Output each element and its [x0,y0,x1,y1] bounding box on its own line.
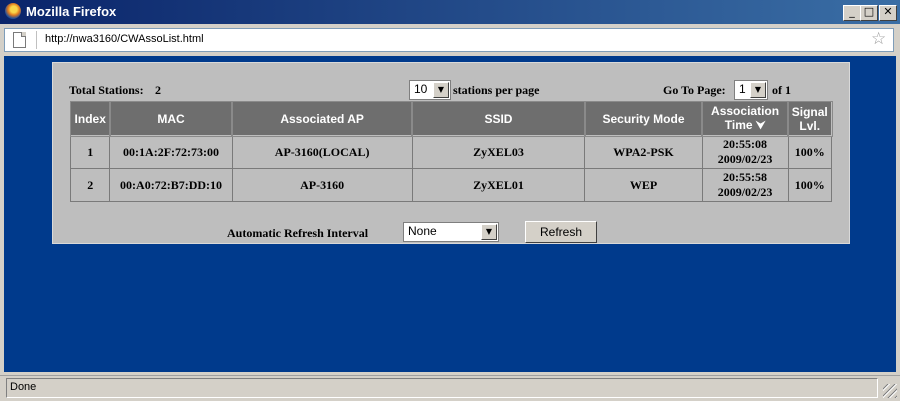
status-text: Done [10,381,37,393]
refresh-interval-value: None [408,224,437,238]
date-value: 2009/02/23 [717,152,773,166]
time-value: 20:55:58 [723,170,768,184]
cell-mac: 00:1A:2F:72:73:00 [109,135,233,169]
sort-down-icon[interactable]: ⮟ [756,119,765,132]
page-select[interactable]: 1 ▼ [734,80,768,100]
cell-associated-ap: AP-3160 [231,168,413,202]
maximize-button[interactable]: □ [860,5,878,21]
cell-mac: 00:A0:72:B7:DD:10 [109,168,233,202]
refresh-button[interactable]: Refresh [525,221,597,243]
status-panel [6,378,878,398]
table-header-row: Index MAC Associated AP SSID Security Mo… [69,100,833,137]
cell-security-mode: WPA2-PSK [584,135,703,169]
col-mac: MAC [108,100,234,137]
col-association-time[interactable]: Association Time ⮟ [701,100,789,137]
table-row: 1 00:1A:2F:72:73:00 AP-3160(LOCAL) ZyXEL… [69,135,832,169]
chevron-down-icon[interactable]: ▼ [433,82,449,98]
cell-association-time: 20:55:08 2009/02/23 [701,135,789,169]
col-ssid: SSID [411,100,586,137]
chevron-down-icon[interactable]: ▼ [750,82,766,98]
chevron-down-icon[interactable]: ▼ [481,224,497,240]
cell-index: 2 [69,168,111,202]
table-row: 2 00:A0:72:B7:DD:10 AP-3160 ZyXEL01 WEP … [69,168,832,202]
total-stations-label: Total Stations: [69,83,144,97]
url-text[interactable]: http://nwa3160/CWAssoList.html [45,33,204,45]
minimize-button[interactable]: _ [843,5,861,21]
cell-signal: 100% [787,168,832,202]
col-associated-ap: Associated AP [231,100,414,137]
window-title: Mozilla Firefox [26,4,117,19]
date-value: 2009/02/23 [717,185,773,199]
page-value: 1 [739,82,746,96]
refresh-interval-label: Automatic Refresh Interval [227,226,369,240]
page-count-label: of 1 [772,83,791,97]
cell-security-mode: WEP [584,168,703,202]
col-security-mode: Security Mode [583,100,704,137]
page-content: Total Stations: 2 10 ▼ stations per page… [4,56,896,372]
cell-association-time: 20:55:58 2009/02/23 [701,168,789,202]
refresh-interval-select[interactable]: None ▼ [403,222,499,242]
star-icon[interactable]: ☆ [871,29,886,49]
cell-signal: 100% [787,135,832,169]
time-value: 20:55:08 [723,137,768,151]
stations-table: Index MAC Associated AP SSID Security Mo… [69,100,833,202]
cell-ssid: ZyXEL01 [411,168,586,202]
page-icon [13,32,26,48]
resize-grip-icon[interactable] [883,384,897,398]
per-page-select[interactable]: 10 ▼ [409,80,451,100]
goto-page-label: Go To Page: [663,83,726,97]
col-index: Index [69,100,111,137]
col-signal-level: Signal Lvl. [787,100,833,137]
association-time-label: Association Time [711,104,780,132]
cell-associated-ap: AP-3160(LOCAL) [231,135,413,169]
per-page-value: 10 [414,82,428,96]
total-stations-value: 2 [155,83,161,97]
cell-index: 1 [69,135,111,169]
title-bar: Mozilla Firefox _ □ ✕ [0,0,900,24]
close-button[interactable]: ✕ [879,5,897,21]
address-separator [36,31,37,49]
status-bar: Done [0,375,900,401]
cell-ssid: ZyXEL03 [411,135,586,169]
station-list-panel: Total Stations: 2 10 ▼ stations per page… [52,62,850,244]
address-bar[interactable]: http://nwa3160/CWAssoList.html ☆ [4,28,894,52]
firefox-icon [5,3,21,19]
per-page-label: stations per page [453,83,540,97]
